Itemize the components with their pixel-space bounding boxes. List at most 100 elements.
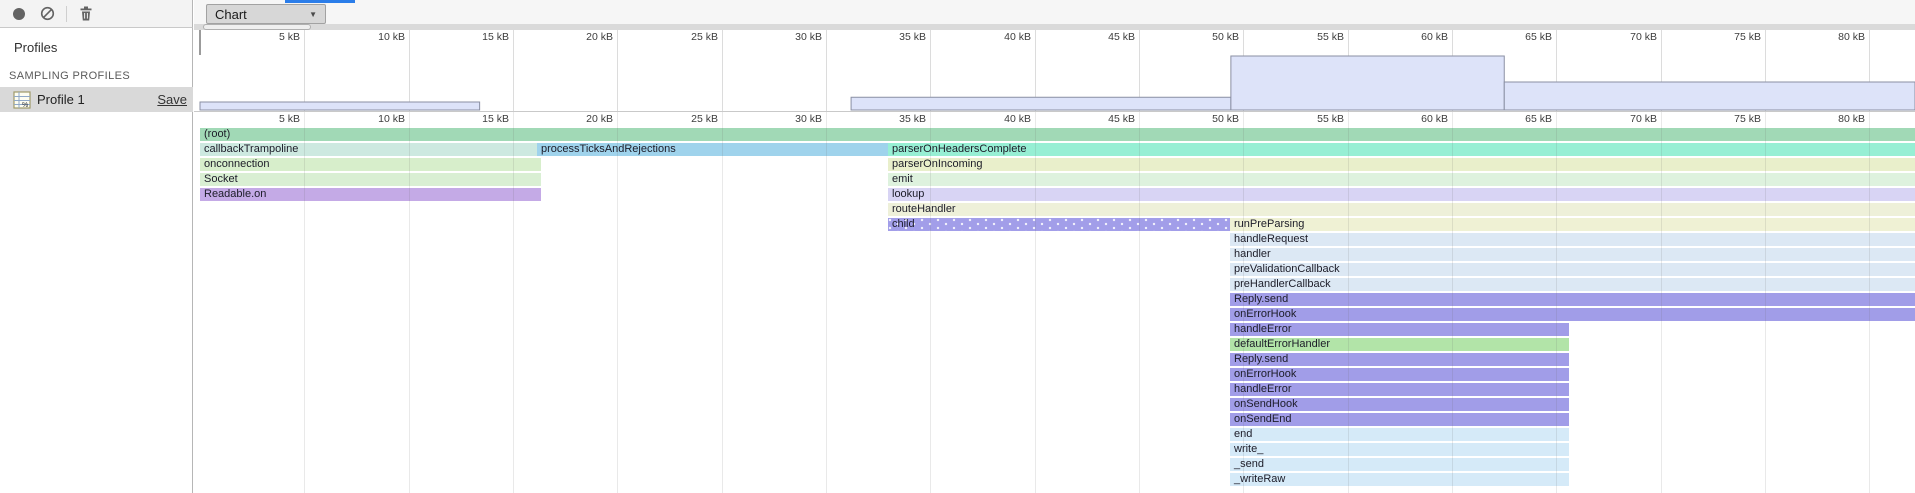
flame-bar[interactable]: parserOnIncoming <box>888 158 1915 171</box>
flame-tick-label: 80 kB <box>1805 113 1865 125</box>
flame-tick-label: 35 kB <box>866 113 926 125</box>
flame-tick-label: 5 kB <box>240 113 300 125</box>
overview-area-segment <box>200 102 480 110</box>
flame-bar[interactable]: processTicksAndRejections <box>537 143 888 156</box>
record-button[interactable] <box>10 5 28 23</box>
overview-tick-label: 30 kB <box>762 31 822 43</box>
sidebar-item-profile-1[interactable]: % Profile 1 Save <box>0 87 193 112</box>
overview-tick-label: 60 kB <box>1388 31 1448 43</box>
flame-tick-label: 15 kB <box>449 113 509 125</box>
flame-bar[interactable]: lookup <box>888 188 1915 201</box>
profiles-title: Profiles <box>14 40 57 55</box>
overview-tick-label: 80 kB <box>1805 31 1865 43</box>
flame-gridline <box>1139 112 1140 493</box>
flame-tick-label: 10 kB <box>345 113 405 125</box>
flame-bar[interactable]: onSendEnd <box>1230 413 1569 426</box>
flame-bar[interactable]: onErrorHook <box>1230 368 1569 381</box>
flame-gridline <box>409 112 410 493</box>
save-profile-link[interactable]: Save <box>157 92 187 107</box>
flame-bar[interactable]: handleError <box>1230 383 1569 396</box>
view-mode-select[interactable]: Chart ▼ <box>206 4 326 24</box>
flame-tick-label: 20 kB <box>553 113 613 125</box>
flame-bar[interactable]: routeHandler <box>888 203 1915 216</box>
flame-bar[interactable]: child <box>888 218 1230 231</box>
flame-bar[interactable]: callbackTrampoline <box>200 143 537 156</box>
flame-bar[interactable]: _writeRaw <box>1230 473 1569 486</box>
svg-text:%: % <box>22 102 28 109</box>
flame-bar[interactable]: _send <box>1230 458 1569 471</box>
overview-tick-label: 40 kB <box>971 31 1031 43</box>
flame-tick-label: 75 kB <box>1701 113 1761 125</box>
flame-bar[interactable]: defaultErrorHandler <box>1230 338 1569 351</box>
flame-bar[interactable]: preValidationCallback <box>1230 263 1915 276</box>
overview-tick-label: 15 kB <box>449 31 509 43</box>
flame-gridline <box>826 112 827 493</box>
flame-tick-label: 70 kB <box>1597 113 1657 125</box>
flame-tick-label: 25 kB <box>658 113 718 125</box>
flame-bar[interactable]: Reply.send <box>1230 293 1915 306</box>
record-icon <box>12 7 26 21</box>
overview-tick-label: 35 kB <box>866 31 926 43</box>
flame-bar[interactable]: Reply.send <box>1230 353 1569 366</box>
flame-gridline <box>513 112 514 493</box>
flame-gridline <box>1765 112 1766 493</box>
flame-gridline <box>722 112 723 493</box>
flame-gridline <box>1556 112 1557 493</box>
flame-bar[interactable]: emit <box>888 173 1915 186</box>
flame-gridline <box>1243 112 1244 493</box>
flame-bar[interactable]: handleRequest <box>1230 233 1915 246</box>
flame-bar[interactable]: onSendHook <box>1230 398 1569 411</box>
flame-tick-label: 60 kB <box>1388 113 1448 125</box>
flame-bar[interactable]: end <box>1230 428 1569 441</box>
flame-bar[interactable]: handleError <box>1230 323 1569 336</box>
flame-bar[interactable]: Socket <box>200 173 541 186</box>
profiles-sidebar: Profiles SAMPLING PROFILES % Profile 1 S… <box>0 28 193 493</box>
flame-gridline <box>617 112 618 493</box>
flame-tick-label: 50 kB <box>1179 113 1239 125</box>
flame-bar[interactable]: onErrorHook <box>1230 308 1915 321</box>
flame-gridline <box>1869 112 1870 493</box>
overview-tick-label: 55 kB <box>1284 31 1344 43</box>
delete-profile-button[interactable] <box>77 5 95 23</box>
flame-bar[interactable]: Readable.on <box>200 188 541 201</box>
flame-gridline <box>1035 112 1036 493</box>
overview-tick-label: 25 kB <box>658 31 718 43</box>
overview-tick-label: 10 kB <box>345 31 405 43</box>
overview-area-segment <box>1231 56 1504 110</box>
flame-gridline <box>1452 112 1453 493</box>
active-tab-indicator <box>285 0 355 3</box>
flame-gridline <box>1348 112 1349 493</box>
profile-name: Profile 1 <box>37 92 157 107</box>
overview-tick-label: 45 kB <box>1075 31 1135 43</box>
flame-bar[interactable]: parserOnHeadersComplete <box>888 143 1915 156</box>
overview-area-segment <box>851 97 1231 110</box>
trash-icon <box>79 6 93 21</box>
overview-tick-label: 75 kB <box>1701 31 1761 43</box>
flame-bar[interactable]: onconnection <box>200 158 541 171</box>
profiler-toolbar <box>0 0 193 28</box>
flame-bar[interactable]: (root) <box>200 128 1915 141</box>
chart-header <box>194 0 1915 24</box>
toolbar-separator <box>66 6 67 22</box>
overview-tick-label: 20 kB <box>553 31 613 43</box>
flame-gridline <box>1661 112 1662 493</box>
flame-gridline <box>304 112 305 493</box>
view-mode-value: Chart <box>215 7 309 22</box>
overview-tick-label: 70 kB <box>1597 31 1657 43</box>
flame-gridline <box>930 112 931 493</box>
flame-bar[interactable]: write_ <box>1230 443 1569 456</box>
overview-tick-label: 50 kB <box>1179 31 1239 43</box>
flame-tick-label: 30 kB <box>762 113 822 125</box>
clear-button[interactable] <box>38 5 56 23</box>
overview-tick-label: 65 kB <box>1492 31 1552 43</box>
no-entry-icon <box>40 6 55 21</box>
flame-bar[interactable]: runPreParsing <box>1230 218 1915 231</box>
flame-tick-label: 45 kB <box>1075 113 1135 125</box>
overview-area-segment <box>1504 82 1915 110</box>
flame-bar[interactable]: preHandlerCallback <box>1230 278 1915 291</box>
overview-tick-label: 5 kB <box>240 31 300 43</box>
flame-bar[interactable]: handler <box>1230 248 1915 261</box>
flame-tick-label: 55 kB <box>1284 113 1344 125</box>
flame-tick-label: 65 kB <box>1492 113 1552 125</box>
profile-document-icon: % <box>13 91 31 109</box>
